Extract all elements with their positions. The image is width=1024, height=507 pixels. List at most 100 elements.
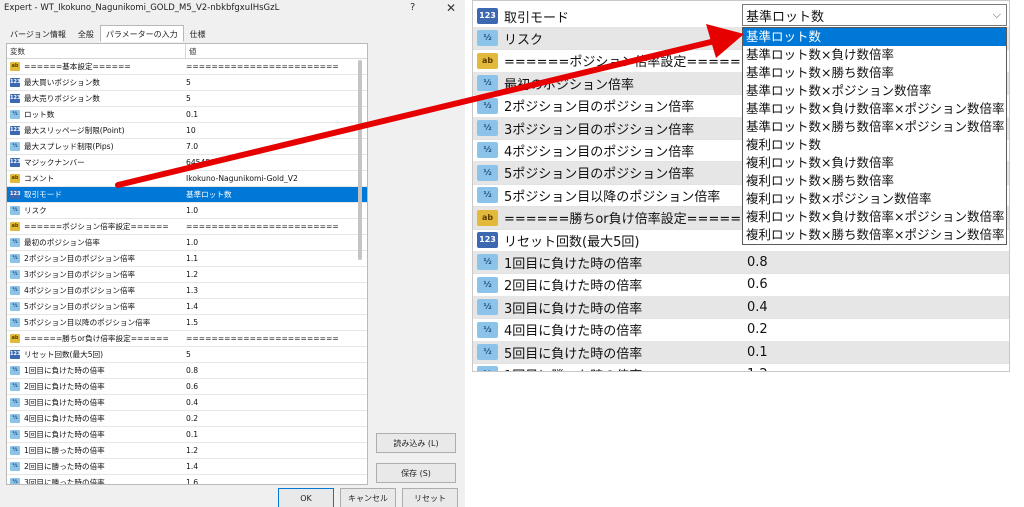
zoomed-name-cell: ½ 5ポジション目のポジション倍率 (473, 163, 744, 183)
parameter-value[interactable]: 10 (182, 126, 196, 135)
parameter-value[interactable]: ======================== (182, 334, 339, 343)
save-button[interactable]: 保存 (S) (376, 463, 456, 483)
grid-scrollbar[interactable] (358, 60, 362, 260)
close-icon[interactable]: ✕ (446, 1, 456, 15)
dropdown-option[interactable]: 複利ロット数×ポジション数倍率 (743, 190, 1006, 208)
zoomed-parameter-value[interactable]: 0.1 (744, 345, 768, 360)
parameter-value[interactable]: 5 (182, 78, 191, 87)
zoomed-parameter-row[interactable]: ½ 4回目に負けた時の倍率 0.2 (473, 319, 1009, 342)
load-button[interactable]: 読み込み (L) (376, 433, 456, 453)
parameter-row[interactable]: ab ======ポジション倍率設定====== =================… (7, 219, 367, 235)
parameter-row[interactable]: ½ 4ポジション目のポジション倍率 1.3 (7, 283, 367, 299)
parameter-row[interactable]: ab コメント Ikokuno-Nagunikomi-Gold_V2 (7, 171, 367, 187)
parameter-value[interactable]: 1.2 (182, 446, 198, 455)
dropdown-option[interactable]: 基準ロット数×ポジション数倍率 (743, 82, 1006, 100)
dropdown-option[interactable]: 複利ロット数 (743, 136, 1006, 154)
zoomed-parameter-value[interactable]: 0.2 (744, 322, 768, 337)
dropdown-option[interactable]: 基準ロット数×負け数倍率 (743, 46, 1006, 64)
parameter-name-cell: ½ 2回目に負けた時の倍率 (7, 381, 182, 392)
parameter-value[interactable]: 5 (182, 94, 191, 103)
parameter-value[interactable]: 1.4 (182, 302, 198, 311)
chevron-down-icon[interactable]: ⌵ (993, 8, 1001, 22)
parameter-value[interactable]: 1.0 (182, 238, 198, 247)
parameter-row[interactable]: ½ 3ポジション目のポジション倍率 1.2 (7, 267, 367, 283)
zoomed-parameter-value[interactable]: 0.6 (744, 277, 768, 292)
zoomed-parameter-row[interactable]: ½ 1回目に勝った時の倍率 1.2 (473, 363, 1009, 371)
dropdown-option[interactable]: 基準ロット数×勝ち数倍率 (743, 64, 1006, 82)
string-param-icon: ab (10, 334, 20, 343)
parameter-row[interactable]: 123 マジックナンバー 645454 (7, 155, 367, 171)
parameter-row[interactable]: ab ======基本設定====== ======================… (7, 59, 367, 75)
dropdown-option[interactable]: 複利ロット数×勝ち数倍率×ポジション数倍率 (743, 226, 1006, 244)
zoomed-parameter-row[interactable]: ½ 2回目に負けた時の倍率 0.6 (473, 274, 1009, 297)
parameter-row[interactable]: ½ 5ポジション目以降のポジション倍率 1.5 (7, 315, 367, 331)
zoomed-parameter-value[interactable]: 0.4 (744, 300, 768, 315)
parameter-row[interactable]: 123 最大売りポジション数 5 (7, 91, 367, 107)
cancel-button[interactable]: キャンセル (340, 488, 396, 507)
parameter-value[interactable]: 1.3 (182, 286, 198, 295)
zoomed-parameter-row[interactable]: ½ 1回目に負けた時の倍率 0.8 (473, 251, 1009, 275)
parameter-row[interactable]: ½ 5ポジション目のポジション倍率 1.4 (7, 299, 367, 315)
parameter-row[interactable]: 123 最大買いポジション数 5 (7, 75, 367, 91)
parameter-value[interactable]: ======================== (182, 222, 339, 231)
dropdown-option[interactable]: 複利ロット数×負け数倍率 (743, 154, 1006, 172)
ok-button[interactable]: OK (278, 488, 334, 507)
parameter-row[interactable]: ½ 最初のポジション倍率 1.0 (7, 235, 367, 251)
parameter-value[interactable]: 0.4 (182, 398, 198, 407)
parameter-row[interactable]: ½ 3回目に負けた時の倍率 0.4 (7, 395, 367, 411)
parameter-row[interactable]: ½ 最大スプレッド制限(Pips) 7.0 (7, 139, 367, 155)
parameter-value[interactable]: 5 (182, 350, 191, 359)
parameter-value[interactable]: 1.2 (182, 270, 198, 279)
parameter-row[interactable]: ½ 2ポジション目のポジション倍率 1.1 (7, 251, 367, 267)
tab-parameters[interactable]: パラメーターの入力 (99, 25, 184, 42)
parameter-row[interactable]: ½ 1回目に負けた時の倍率 0.8 (7, 363, 367, 379)
parameter-value[interactable]: 1.0 (182, 206, 198, 215)
zoomed-parameter-value[interactable]: 1.2 (744, 367, 768, 371)
parameter-value[interactable]: 645454 (182, 158, 215, 167)
parameter-row[interactable]: ½ ロット数 0.1 (7, 107, 367, 123)
parameter-value[interactable]: 基準ロット数 (182, 189, 232, 200)
parameter-value[interactable]: 7.0 (182, 142, 198, 151)
parameter-value[interactable]: 0.8 (182, 366, 198, 375)
dropdown-option[interactable]: 複利ロット数×勝ち数倍率 (743, 172, 1006, 190)
parameter-name-cell: ½ 1回目に勝った時の倍率 (7, 445, 182, 456)
parameter-value[interactable]: 1.1 (182, 254, 198, 263)
parameter-value[interactable]: 1.5 (182, 318, 198, 327)
zoomed-name-cell: ½ 5ポジション目以降のポジション倍率 (473, 186, 744, 205)
parameter-row[interactable]: ½ 1回目に勝った時の倍率 1.2 (7, 443, 367, 459)
parameter-row[interactable]: ab ======勝ちor負け倍率設定====== ================… (7, 331, 367, 347)
help-icon[interactable]: ? (410, 2, 415, 13)
parameter-row[interactable]: 123 最大スリッページ制限(Point) 10 (7, 123, 367, 139)
parameter-row[interactable]: 123 リセット回数(最大5回) 5 (7, 347, 367, 363)
trade-mode-combobox[interactable]: 基準ロット数 ⌵ (742, 4, 1007, 26)
zoomed-parameter-row[interactable]: ½ 5回目に負けた時の倍率 0.1 (473, 341, 1009, 364)
column-header-value[interactable]: 値 (186, 44, 200, 58)
column-header-variable[interactable]: 変数 (7, 44, 186, 58)
zoomed-parameter-value[interactable]: 0.8 (744, 255, 768, 270)
tab-version-info[interactable]: バージョン情報 (4, 25, 72, 42)
parameter-row[interactable]: ½ 3回目に勝った時の倍率 1.6 (7, 475, 367, 484)
tab-general[interactable]: 全般 (72, 25, 100, 42)
double-param-icon: ½ (477, 120, 498, 136)
parameter-row[interactable]: 123 取引モード 基準ロット数 (7, 187, 367, 203)
parameter-row[interactable]: ½ 4回目に負けた時の倍率 0.2 (7, 411, 367, 427)
tab-specs[interactable]: 仕様 (184, 25, 212, 42)
parameter-value[interactable]: ======================== (182, 62, 339, 71)
parameter-value[interactable]: 0.6 (182, 382, 198, 391)
parameter-row[interactable]: ½ 5回目に負けた時の倍率 0.1 (7, 427, 367, 443)
parameter-value[interactable]: 1.4 (182, 462, 198, 471)
dropdown-option[interactable]: 複利ロット数×負け数倍率×ポジション数倍率 (743, 208, 1006, 226)
parameter-value[interactable]: Ikokuno-Nagunikomi-Gold_V2 (182, 174, 298, 183)
reset-button[interactable]: リセット (402, 488, 458, 507)
parameter-row[interactable]: ½ リスク 1.0 (7, 203, 367, 219)
dropdown-option[interactable]: 基準ロット数×負け数倍率×ポジション数倍率 (743, 100, 1006, 118)
zoomed-parameter-row[interactable]: ½ 3回目に負けた時の倍率 0.4 (473, 296, 1009, 320)
parameter-value[interactable]: 1.6 (182, 478, 198, 484)
parameter-row[interactable]: ½ 2回目に勝った時の倍率 1.4 (7, 459, 367, 475)
parameter-value[interactable]: 0.1 (182, 110, 198, 119)
parameter-value[interactable]: 0.2 (182, 414, 198, 423)
dropdown-option[interactable]: 基準ロット数×勝ち数倍率×ポジション数倍率 (743, 118, 1006, 136)
parameter-row[interactable]: ½ 2回目に負けた時の倍率 0.6 (7, 379, 367, 395)
dropdown-option[interactable]: 基準ロット数 (743, 28, 1006, 46)
parameter-value[interactable]: 0.1 (182, 430, 198, 439)
